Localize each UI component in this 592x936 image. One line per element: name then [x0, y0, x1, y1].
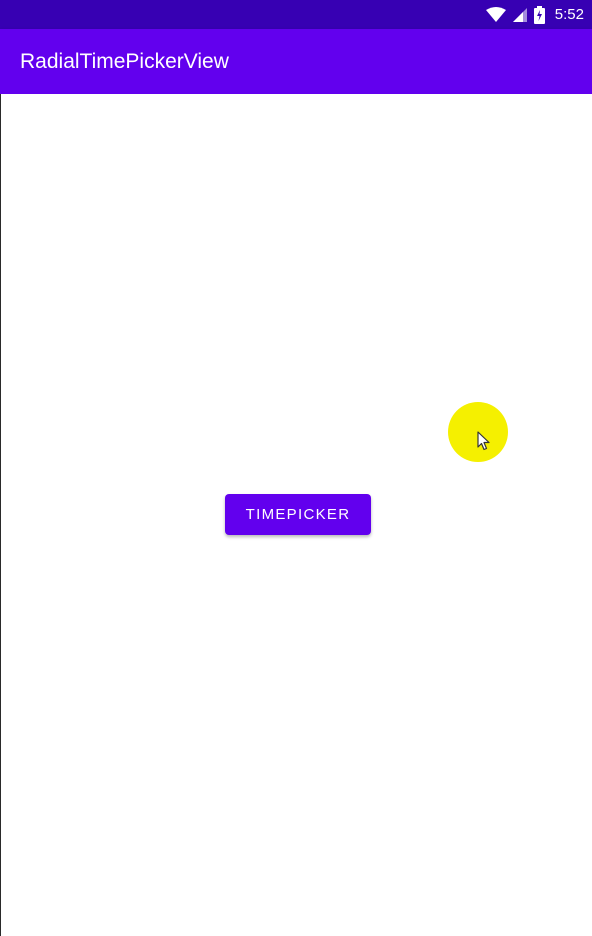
app-bar: RadialTimePickerView: [0, 29, 592, 94]
wifi-icon: [485, 6, 506, 23]
status-bar: 5:52: [0, 0, 592, 29]
status-time: 5:52: [554, 6, 584, 23]
arrow-cursor-icon: [477, 431, 491, 456]
left-divider: [0, 94, 1, 936]
timepicker-button[interactable]: TIMEPICKER: [225, 494, 371, 535]
screen: 5:52 RadialTimePickerView TIMEPICKER: [0, 0, 592, 936]
app-title: RadialTimePickerView: [20, 49, 229, 73]
battery-charging-icon: [533, 5, 545, 24]
signal-icon: [512, 7, 528, 23]
